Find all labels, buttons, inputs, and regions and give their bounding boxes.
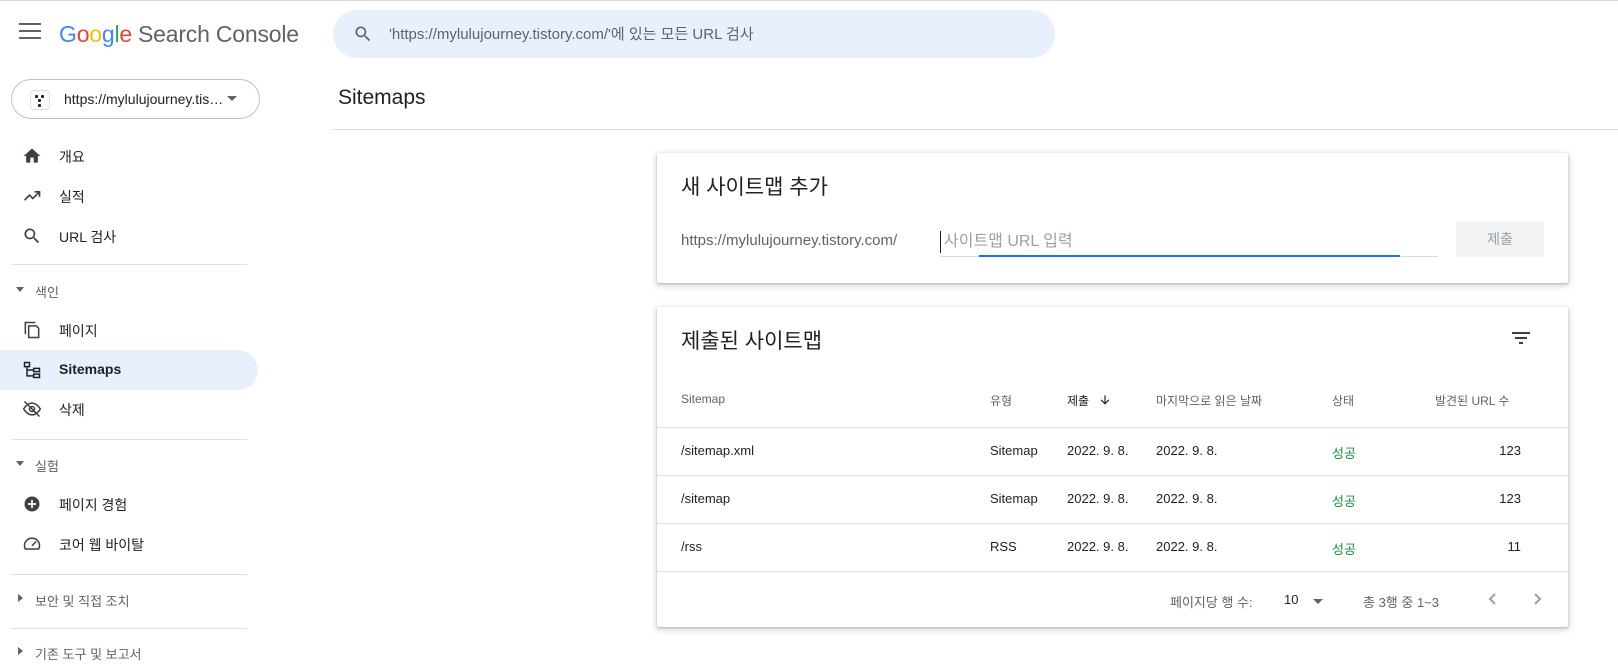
column-header-sitemap[interactable]: Sitemap bbox=[681, 392, 725, 406]
submitted-sitemaps-title: 제출된 사이트맵 bbox=[681, 330, 823, 353]
sidebar-section-indexing[interactable]: 색인 bbox=[0, 274, 258, 306]
row-divider bbox=[657, 523, 1568, 524]
chevron-down-icon bbox=[227, 96, 237, 101]
search-icon bbox=[24, 228, 40, 244]
product-name: Search Console bbox=[138, 21, 299, 47]
submitted-sitemaps-card: 제출된 사이트맵 Sitemap 유형 제출 마지막으로 읽은 날짜 상태 발견… bbox=[657, 307, 1568, 627]
input-focus-underline bbox=[979, 255, 1400, 257]
status-badge: 성공 bbox=[1332, 446, 1356, 461]
arrow-down-icon bbox=[1101, 395, 1110, 405]
row-divider bbox=[657, 571, 1568, 572]
sidebar-section-security[interactable]: 보안 및 직접 조치 bbox=[0, 583, 258, 615]
text-cursor bbox=[940, 231, 941, 253]
sidebar-item-core-web-vitals[interactable]: 코어 웹 바이탈 bbox=[0, 524, 258, 564]
search-icon bbox=[355, 26, 371, 42]
sidebar-item-page-experience[interactable]: 페이지 경험 bbox=[0, 484, 258, 524]
property-selector[interactable]: https://mylulujourney.tistory.com/ bbox=[11, 79, 260, 119]
property-label: https://mylulujourney.tistory.com/ bbox=[64, 91, 224, 107]
sidebar-section-experience[interactable]: 실험 bbox=[0, 448, 258, 480]
sitemap-icon bbox=[23, 361, 41, 379]
chevron-right-icon[interactable] bbox=[1525, 587, 1549, 611]
submit-sitemap-button[interactable]: 제출 bbox=[1456, 221, 1544, 257]
top-bar: Google Search Console bbox=[0, 0, 1618, 66]
column-header-discovered-urls[interactable]: 발견된 URL 수 bbox=[1435, 392, 1509, 409]
row-divider bbox=[657, 475, 1568, 476]
add-circle-icon bbox=[24, 496, 40, 512]
sitemap-url-prefix: https://mylulujourney.tistory.com/ bbox=[681, 232, 898, 249]
page-title: Sitemaps bbox=[338, 86, 426, 109]
home-icon bbox=[23, 148, 41, 163]
caret-down-icon bbox=[16, 287, 24, 292]
caret-right-icon bbox=[18, 647, 23, 655]
sidebar-divider bbox=[11, 264, 247, 265]
rows-per-page-label: 페이지당 행 수: bbox=[1170, 595, 1253, 610]
speed-gauge-icon bbox=[23, 537, 41, 550]
row-divider bbox=[657, 427, 1568, 428]
caret-right-icon bbox=[18, 594, 23, 602]
sidebar-item-performance[interactable]: 실적 bbox=[0, 176, 258, 216]
add-sitemap-title: 새 사이트맵 추가 bbox=[681, 176, 828, 199]
rows-per-page-select[interactable]: 10 bbox=[1284, 592, 1298, 607]
pages-icon bbox=[24, 321, 40, 339]
caret-down-icon bbox=[16, 461, 24, 466]
sidebar-item-overview[interactable]: 개요 bbox=[0, 136, 258, 176]
sidebar-item-removals[interactable]: 삭제 bbox=[0, 389, 258, 429]
search-input[interactable] bbox=[389, 10, 1029, 58]
sidebar-item-url-inspection[interactable]: URL 검사 bbox=[0, 216, 258, 256]
title-divider bbox=[333, 129, 1618, 130]
sidebar-item-pages[interactable]: 페이지 bbox=[0, 310, 258, 350]
add-sitemap-card: 새 사이트맵 추가 https://mylulujourney.tistory.… bbox=[657, 153, 1568, 283]
property-favicon-icon bbox=[30, 90, 50, 110]
status-badge: 성공 bbox=[1332, 494, 1356, 509]
menu-icon[interactable] bbox=[19, 23, 41, 43]
column-header-type[interactable]: 유형 bbox=[990, 392, 1012, 409]
column-header-status[interactable]: 상태 bbox=[1332, 392, 1354, 409]
url-inspection-search[interactable] bbox=[333, 10, 1055, 58]
sidebar-divider bbox=[11, 439, 247, 440]
chevron-down-icon[interactable] bbox=[1313, 599, 1323, 604]
pagination-range: 총 3행 중 1~3 bbox=[1363, 595, 1439, 610]
sidebar-section-legacy-tools[interactable]: 기존 도구 및 보고서 bbox=[0, 636, 258, 664]
column-header-last-read[interactable]: 마지막으로 읽은 날짜 bbox=[1156, 392, 1262, 409]
sidebar-divider bbox=[11, 574, 247, 575]
app-logo[interactable]: Google Search Console bbox=[59, 21, 299, 48]
sitemap-url-field[interactable] bbox=[940, 227, 1438, 257]
visibility-off-icon bbox=[22, 400, 42, 418]
sidebar-item-sitemaps[interactable]: Sitemaps bbox=[0, 350, 258, 390]
filter-icon[interactable] bbox=[1509, 326, 1533, 350]
status-badge: 성공 bbox=[1332, 542, 1356, 557]
sidebar: https://mylulujourney.tistory.com/ 개요 실적… bbox=[0, 66, 260, 664]
sidebar-divider bbox=[11, 628, 247, 629]
chevron-left-icon[interactable] bbox=[1481, 587, 1505, 611]
trending-up-icon bbox=[23, 191, 41, 201]
sitemap-url-input[interactable] bbox=[944, 227, 1424, 257]
column-header-submitted[interactable]: 제출 bbox=[1067, 392, 1112, 409]
